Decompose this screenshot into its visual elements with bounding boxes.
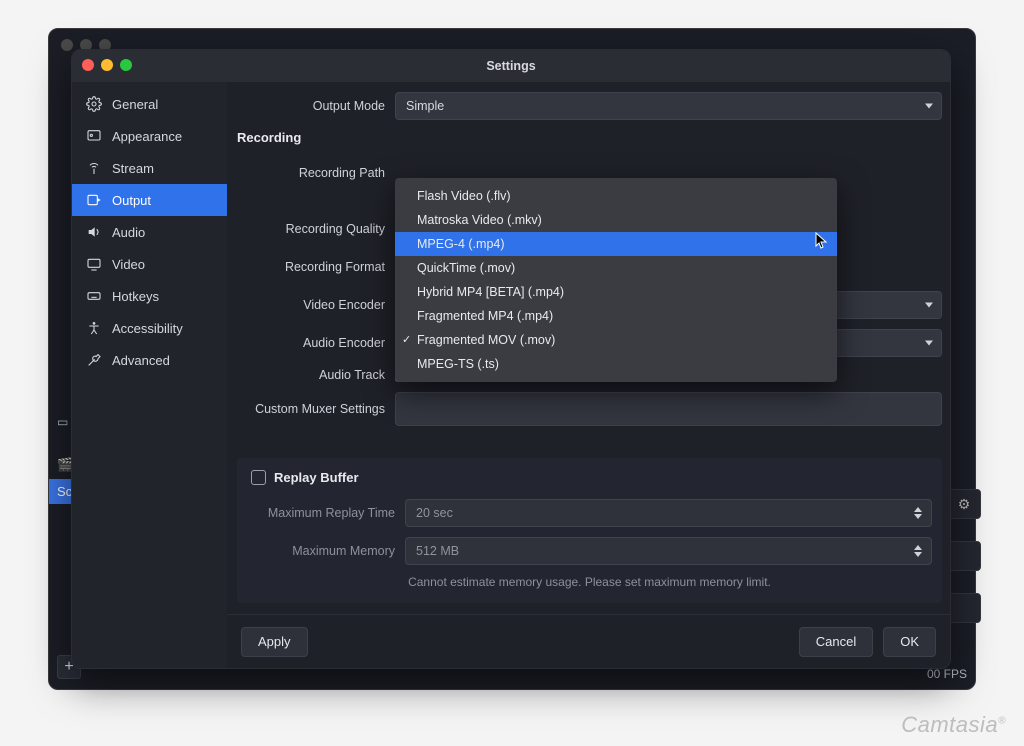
- custom-muxer-input[interactable]: [395, 392, 942, 426]
- dropdown-option-mov[interactable]: QuickTime (.mov): [395, 256, 837, 280]
- sidebar-item-label: Accessibility: [112, 321, 183, 336]
- max-memory-input[interactable]: 512 MB: [405, 537, 932, 565]
- max-replay-time-label: Maximum Replay Time: [247, 506, 405, 520]
- gear-icon: [86, 96, 102, 112]
- dropdown-option-mpeg-ts[interactable]: MPEG-TS (.ts): [395, 352, 837, 376]
- recording-format-dropdown[interactable]: Flash Video (.flv) Matroska Video (.mkv)…: [395, 178, 837, 382]
- bg-chip-b[interactable]: [947, 541, 981, 571]
- settings-dialog: Settings General Appearance Stream: [71, 49, 951, 669]
- max-replay-time-input[interactable]: 20 sec: [405, 499, 932, 527]
- maximize-icon[interactable]: [120, 59, 132, 71]
- bg-fps-label: 00 FPS: [927, 667, 967, 681]
- traffic-lights[interactable]: [82, 59, 132, 71]
- bg-settings-chip[interactable]: ⚙: [947, 489, 981, 519]
- replay-help-text: Cannot estimate memory usage. Please set…: [247, 575, 932, 589]
- sidebar-item-hotkeys[interactable]: Hotkeys: [72, 280, 227, 312]
- audio-encoder-label: Audio Encoder: [237, 336, 395, 350]
- output-icon: [86, 192, 102, 208]
- stepper-icon[interactable]: [911, 503, 925, 523]
- chevron-down-icon: [925, 341, 933, 346]
- bg-right-chips: ⚙: [947, 489, 981, 623]
- monitor-icon: [86, 256, 102, 272]
- output-mode-label: Output Mode: [237, 99, 395, 113]
- titlebar: Settings: [72, 50, 950, 82]
- apply-button[interactable]: Apply: [241, 627, 308, 657]
- speaker-icon: [86, 224, 102, 240]
- sidebar-item-label: Stream: [112, 161, 154, 176]
- ok-button[interactable]: OK: [883, 627, 936, 657]
- sidebar-item-video[interactable]: Video: [72, 248, 227, 280]
- bg-chip-c[interactable]: [947, 593, 981, 623]
- sidebar-item-appearance[interactable]: Appearance: [72, 120, 227, 152]
- dropdown-option-fragmented-mov[interactable]: Fragmented MOV (.mov): [395, 328, 837, 352]
- minimize-icon[interactable]: [101, 59, 113, 71]
- monitor-icon: ▭: [57, 415, 68, 429]
- app-main-window: ▭ m 🎬 Scen Scene + ⚙ 00 FPS: [48, 28, 976, 690]
- cancel-button[interactable]: Cancel: [799, 627, 873, 657]
- custom-muxer-label: Custom Muxer Settings: [237, 402, 395, 416]
- settings-content: Output Mode Simple Recording Recording P…: [227, 82, 950, 668]
- recording-path-label: Recording Path: [237, 166, 395, 180]
- sidebar-item-general[interactable]: General: [72, 88, 227, 120]
- sidebar-item-label: Video: [112, 257, 145, 272]
- output-mode-select[interactable]: Simple: [395, 92, 942, 120]
- dropdown-option-mkv[interactable]: Matroska Video (.mkv): [395, 208, 837, 232]
- dialog-footer: Apply Cancel OK: [227, 614, 950, 668]
- wrench-icon: [86, 352, 102, 368]
- sidebar-item-label: Output: [112, 193, 151, 208]
- palette-icon: [86, 128, 102, 144]
- sidebar-item-output[interactable]: Output: [72, 184, 227, 216]
- replay-buffer-panel: Replay Buffer Maximum Replay Time 20 sec: [237, 458, 942, 603]
- max-memory-label: Maximum Memory: [247, 544, 405, 558]
- video-encoder-label: Video Encoder: [237, 298, 395, 312]
- sidebar-item-label: General: [112, 97, 158, 112]
- recording-quality-label: Recording Quality: [237, 222, 395, 236]
- accessibility-icon: [86, 320, 102, 336]
- watermark: Camtasia®: [901, 712, 1006, 738]
- antenna-icon: [86, 160, 102, 176]
- dropdown-option-hybrid-mp4[interactable]: Hybrid MP4 [BETA] (.mp4): [395, 280, 837, 304]
- sidebar-item-label: Advanced: [112, 353, 170, 368]
- recording-heading: Recording: [237, 130, 942, 145]
- sidebar-item-label: Audio: [112, 225, 145, 240]
- stepper-icon[interactable]: [911, 541, 925, 561]
- recording-format-label: Recording Format: [237, 260, 395, 274]
- sidebar-item-accessibility[interactable]: Accessibility: [72, 312, 227, 344]
- sidebar-item-label: Hotkeys: [112, 289, 159, 304]
- gear-icon: ⚙: [958, 496, 971, 513]
- sidebar-item-advanced[interactable]: Advanced: [72, 344, 227, 376]
- keyboard-icon: [86, 288, 102, 304]
- sidebar-item-label: Appearance: [112, 129, 182, 144]
- cursor-icon: [815, 232, 829, 250]
- close-icon[interactable]: [82, 59, 94, 71]
- chevron-down-icon: [925, 104, 933, 109]
- dropdown-option-mp4[interactable]: MPEG-4 (.mp4): [395, 232, 837, 256]
- sidebar-item-stream[interactable]: Stream: [72, 152, 227, 184]
- dropdown-option-flv[interactable]: Flash Video (.flv): [395, 184, 837, 208]
- sidebar-item-audio[interactable]: Audio: [72, 216, 227, 248]
- dropdown-option-fragmented-mp4[interactable]: Fragmented MP4 (.mp4): [395, 304, 837, 328]
- chevron-down-icon: [925, 303, 933, 308]
- settings-sidebar: General Appearance Stream Output Audio: [72, 82, 227, 668]
- window-title: Settings: [486, 59, 535, 73]
- replay-buffer-checkbox[interactable]: [251, 470, 266, 485]
- replay-buffer-heading: Replay Buffer: [274, 470, 359, 485]
- audio-track-label: Audio Track: [237, 368, 395, 382]
